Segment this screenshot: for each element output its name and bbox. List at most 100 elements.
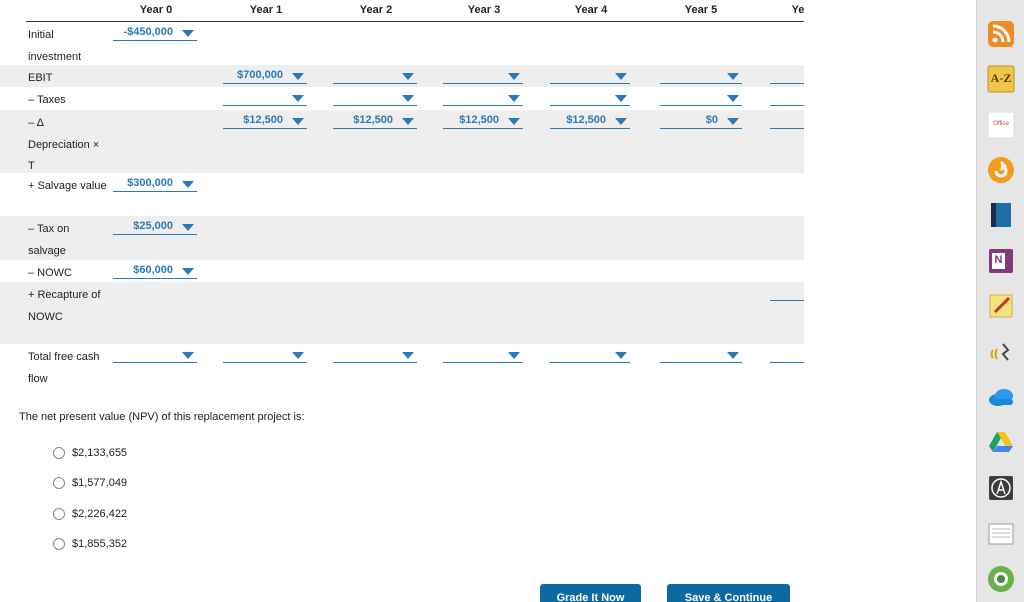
dropdown-arrow-icon[interactable]	[508, 73, 520, 80]
cell-dropdown[interactable]	[660, 69, 742, 84]
cell-dropdown[interactable]	[443, 69, 523, 84]
dropdown-arrow-icon[interactable]	[615, 118, 627, 125]
radio-button[interactable]	[53, 477, 65, 489]
dropdown-arrow-icon[interactable]	[508, 95, 520, 102]
onenote-icon-label: N	[994, 254, 1003, 266]
cell-dropdown[interactable]	[333, 69, 417, 84]
cell-value: -$450,000	[123, 26, 173, 38]
cell-dropdown[interactable]	[550, 91, 630, 106]
option-label: $2,226,422	[72, 508, 128, 520]
office-icon-label: Office	[993, 121, 1009, 127]
a-z-icon[interactable]: A-Z	[987, 65, 1015, 93]
option-label: $1,577,049	[72, 477, 128, 489]
circle-app-icon[interactable]	[987, 565, 1015, 593]
cell-dropdown[interactable]: -$450,000	[113, 26, 197, 41]
cell-dropdown[interactable]	[770, 91, 804, 106]
dropdown-arrow-icon[interactable]	[292, 118, 304, 125]
cell-dropdown[interactable]	[333, 348, 417, 363]
dropdown-arrow-icon[interactable]	[182, 268, 194, 275]
cell-dropdown[interactable]: $12,500	[443, 114, 523, 129]
cell-value: $12,500	[459, 114, 499, 126]
table-row: Total free cash flow	[0, 344, 804, 388]
onedrive-icon[interactable]	[987, 383, 1015, 411]
dropdown-arrow-icon[interactable]	[508, 352, 520, 359]
cell-dropdown[interactable]: $0	[660, 114, 742, 129]
table-row: – Taxes	[0, 87, 804, 110]
cell-dropdown[interactable]	[770, 286, 804, 301]
cell-dropdown[interactable]	[113, 348, 197, 363]
a-z-icon-label: A-Z	[990, 71, 1012, 85]
column-header-year-4: Year 4	[574, 4, 608, 16]
row-label: Initial investment	[28, 29, 82, 63]
dropdown-arrow-icon[interactable]	[402, 95, 414, 102]
cell-dropdown[interactable]	[333, 91, 417, 106]
dropdown-arrow-icon[interactable]	[727, 118, 739, 125]
notes-icon[interactable]	[987, 519, 1015, 547]
voice-icon[interactable]	[987, 338, 1015, 366]
cell-dropdown[interactable]: $60,000	[113, 264, 197, 279]
cell-dropdown[interactable]	[443, 91, 523, 106]
cell-dropdown[interactable]: $300,000	[113, 177, 197, 192]
dropdown-arrow-icon[interactable]	[727, 352, 739, 359]
dropdown-arrow-icon[interactable]	[727, 95, 739, 102]
dropdown-arrow-icon[interactable]	[292, 73, 304, 80]
cell-dropdown[interactable]	[770, 348, 804, 363]
cell-dropdown[interactable]	[770, 69, 804, 84]
grade-it-now-button[interactable]: Grade It Now	[540, 584, 641, 602]
cell-dropdown[interactable]	[550, 69, 630, 84]
office-icon[interactable]: Office	[987, 111, 1015, 139]
cell-dropdown[interactable]: $12,500	[223, 114, 307, 129]
radio-button[interactable]	[53, 508, 65, 520]
option-label: $1,855,352	[72, 538, 128, 550]
option-label: $2,133,655	[72, 447, 128, 459]
dropdown-arrow-icon[interactable]	[182, 352, 194, 359]
dropdown-arrow-icon[interactable]	[508, 118, 520, 125]
radio-button[interactable]	[53, 447, 65, 459]
dropdown-arrow-icon[interactable]	[402, 352, 414, 359]
row-label: Total free cash flow	[28, 351, 100, 385]
dropdown-arrow-icon[interactable]	[182, 224, 194, 231]
dropdown-arrow-icon[interactable]	[292, 352, 304, 359]
dropdown-arrow-icon[interactable]	[402, 73, 414, 80]
cell-dropdown[interactable]: $700,000	[223, 69, 307, 84]
dropdown-arrow-icon[interactable]	[292, 95, 304, 102]
cell-dropdown[interactable]	[660, 348, 742, 363]
save-continue-button[interactable]: Save & Continue	[667, 584, 790, 602]
dropdown-arrow-icon[interactable]	[402, 118, 414, 125]
cell-value: $25,000	[133, 220, 173, 232]
table-row: – Tax on salvage $25,000	[0, 216, 804, 260]
refresh-icon[interactable]	[987, 156, 1015, 184]
table-row: + Recapture of NOWC	[0, 282, 804, 344]
row-label: – Taxes	[28, 94, 66, 106]
cell-dropdown[interactable]: $12,500	[550, 114, 630, 129]
dropdown-arrow-icon[interactable]	[182, 30, 194, 37]
book-icon[interactable]	[987, 201, 1015, 229]
table-row: – Δ Depreciation × T $12,500 $12,500 $12,50…	[0, 110, 804, 173]
cell-value: $0	[705, 114, 718, 126]
column-header-year-3: Year 3	[467, 4, 501, 16]
cell-dropdown[interactable]: $25,000	[113, 220, 197, 235]
cell-value: $300,000	[127, 177, 173, 189]
notepad-icon[interactable]	[987, 292, 1015, 320]
dropdown-arrow-icon[interactable]	[727, 73, 739, 80]
column-header-year-2: Year 2	[359, 4, 393, 16]
dropdown-arrow-icon[interactable]	[182, 181, 194, 188]
dropdown-arrow-icon[interactable]	[615, 73, 627, 80]
radio-button[interactable]	[53, 538, 65, 550]
dropdown-arrow-icon[interactable]	[615, 352, 627, 359]
cell-dropdown[interactable]	[550, 348, 630, 363]
cell-dropdown[interactable]	[660, 91, 742, 106]
rss-icon[interactable]	[987, 20, 1015, 48]
cell-dropdown[interactable]: $0	[770, 114, 804, 129]
autocad-icon[interactable]	[987, 474, 1015, 502]
onenote-icon[interactable]: N	[987, 247, 1015, 275]
google-drive-icon[interactable]	[987, 428, 1015, 456]
cell-dropdown[interactable]: $12,500	[333, 114, 417, 129]
dropdown-arrow-icon[interactable]	[615, 95, 627, 102]
row-label: + Recapture of NOWC	[28, 289, 101, 323]
table-row: Initial investment -$450,000	[0, 22, 804, 65]
cell-dropdown[interactable]	[223, 91, 307, 106]
cell-dropdown[interactable]	[223, 348, 307, 363]
cell-dropdown[interactable]	[443, 348, 523, 363]
row-label: – Tax on salvage	[28, 223, 70, 257]
